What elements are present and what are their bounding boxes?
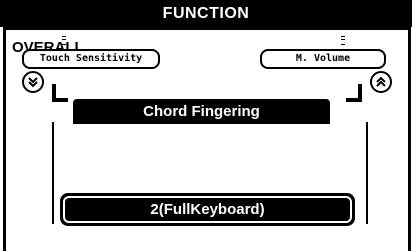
- bracket-left: [52, 84, 68, 102]
- param-touch-sensitivity-button[interactable]: Touch Sensitivity: [22, 49, 160, 69]
- bracket-right: [346, 84, 362, 102]
- prev-function-button[interactable]: [22, 71, 44, 93]
- tick-mark-left: [62, 36, 66, 45]
- lcd-screen: FUNCTION OVERALL Touch Sensitivity M. Vo…: [0, 0, 412, 251]
- current-function-label: Chord Fingering: [73, 99, 330, 124]
- current-value-box[interactable]: 2(FullKeyboard): [60, 193, 355, 226]
- current-value-label: 2(FullKeyboard): [63, 196, 352, 223]
- screen-title: FUNCTION: [0, 0, 412, 27]
- param-master-volume-button[interactable]: M. Volume: [260, 49, 386, 69]
- next-function-button[interactable]: [370, 71, 392, 93]
- tick-mark-right: [341, 36, 345, 45]
- chevron-double-down-icon: [28, 77, 38, 88]
- chevron-double-up-icon: [376, 76, 386, 87]
